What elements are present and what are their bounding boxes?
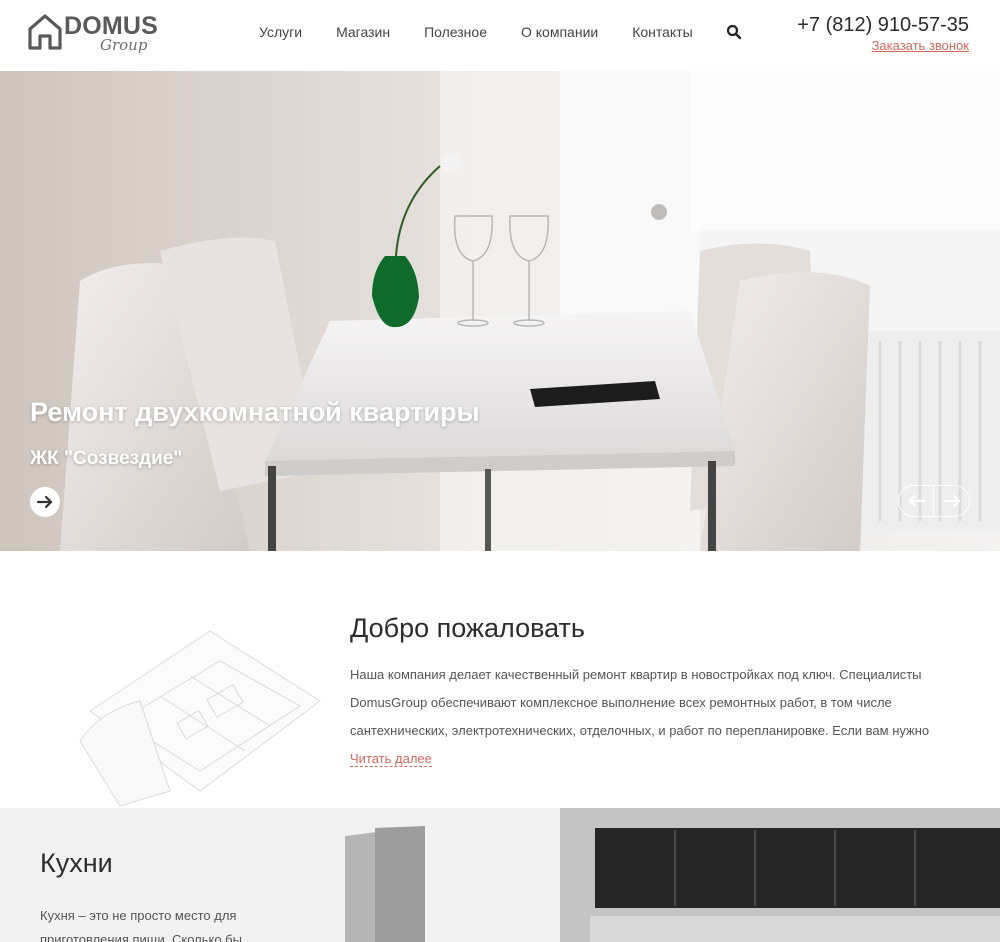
- logo-subtitle: Group: [100, 36, 148, 54]
- site-header: DOMUS Group Услуги Магазин Полезное О ко…: [0, 0, 1000, 71]
- house-logo-icon: [28, 14, 62, 50]
- arrow-left-icon: [909, 495, 925, 507]
- kitchens-text: Кухня – это не просто место для приготов…: [40, 908, 242, 942]
- arrow-right-icon: [944, 495, 960, 507]
- slider-prev-button[interactable]: [898, 485, 934, 517]
- nav-item-contacts[interactable]: Контакты: [632, 24, 692, 40]
- main-nav: Услуги Магазин Полезное О компании Конта…: [259, 24, 727, 40]
- phone-number[interactable]: +7 (812) 910-57-35: [797, 14, 969, 37]
- logo[interactable]: DOMUS Group: [28, 12, 158, 54]
- welcome-section: Добро пожаловать Наша компания делает ка…: [0, 551, 1000, 808]
- hero-slider: Ремонт двухкомнатной квартиры ЖК "Созвез…: [0, 71, 1000, 551]
- kitchens-section: Кухни Кухня – это не просто место для пр…: [0, 808, 1000, 942]
- hero-subtitle: ЖК "Созвездие": [30, 448, 183, 469]
- welcome-title: Добро пожаловать: [350, 613, 585, 643]
- kitchens-title: Кухни: [40, 848, 113, 878]
- nav-item-shop[interactable]: Магазин: [336, 24, 390, 40]
- blueprint-illustration: [79, 630, 321, 807]
- welcome-text: Наша компания делает качественный ремонт…: [350, 667, 930, 738]
- search-icon[interactable]: [726, 24, 742, 40]
- hero-image: [0, 71, 1000, 551]
- read-more-link[interactable]: Читать далее: [350, 751, 432, 767]
- nav-item-services[interactable]: Услуги: [259, 24, 302, 40]
- hero-title: Ремонт двухкомнатной квартиры: [30, 397, 480, 427]
- nav-item-about[interactable]: О компании: [521, 24, 598, 40]
- nav-item-useful[interactable]: Полезное: [424, 24, 487, 40]
- slider-next-button[interactable]: [934, 485, 970, 517]
- hero-open-button[interactable]: [30, 487, 60, 517]
- arrow-right-icon: [36, 495, 53, 509]
- callback-link[interactable]: Заказать звонок: [872, 38, 969, 53]
